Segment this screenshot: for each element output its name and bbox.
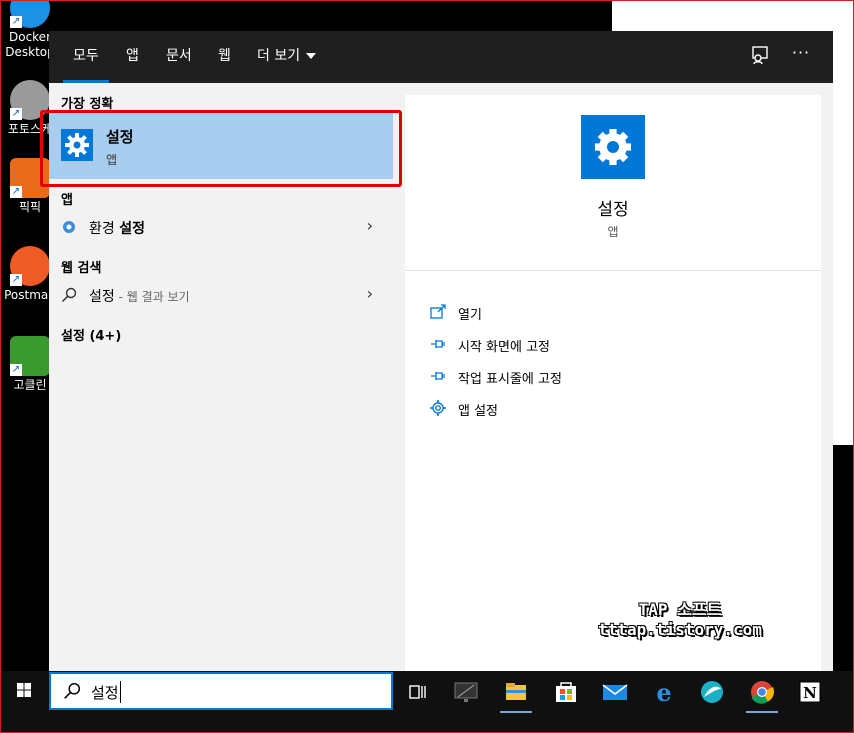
- control-panel-icon: [61, 219, 77, 235]
- action-pin-taskbar[interactable]: 작업 표시줄에 고정: [429, 363, 799, 391]
- preview-pane: 설정 앱 열기 시작 화면에 고정 작업 표시줄에 고정 앱 설정: [405, 83, 833, 671]
- tab-more[interactable]: 더 보기: [257, 31, 317, 83]
- docker-icon: ↗: [10, 0, 50, 28]
- taskbar: 설정 e N: [0, 671, 854, 733]
- preview-title: 설정: [597, 200, 629, 220]
- watermark: TAP 소프트 tttap.tistory.com: [580, 596, 780, 639]
- task-view-icon[interactable]: [398, 675, 438, 709]
- feedback-icon[interactable]: [749, 45, 771, 67]
- action-label: 앱 설정: [458, 404, 499, 419]
- web-result-suffix: - 웹 결과 보기: [114, 290, 190, 304]
- edge-icon[interactable]: e: [644, 675, 684, 709]
- section-web-search: 웹 검색: [61, 261, 102, 276]
- svg-text:e: e: [656, 678, 671, 707]
- tab-web[interactable]: 웹: [218, 31, 231, 83]
- monitor-icon[interactable]: [446, 675, 486, 709]
- search-icon: [63, 682, 81, 700]
- search-icon: [61, 287, 77, 303]
- watermark-url: tttap.tistory.com: [598, 620, 762, 639]
- section-apps: 앱: [61, 193, 73, 208]
- notion-icon[interactable]: N: [790, 675, 830, 709]
- search-tabs-bar: 모두 앱 문서 웹 더 보기 ···: [49, 31, 833, 83]
- app-icon[interactable]: [692, 675, 732, 709]
- preview-type: 앱: [607, 225, 619, 239]
- more-icon[interactable]: ···: [790, 43, 812, 65]
- gear-icon: [429, 399, 447, 417]
- action-pin-start[interactable]: 시작 화면에 고정: [429, 331, 799, 359]
- postman-icon: ↗: [10, 246, 50, 286]
- annotation-highlight-box: [40, 110, 402, 187]
- result-label-match: 설정: [119, 221, 145, 237]
- text-cursor: [120, 681, 121, 703]
- action-app-settings[interactable]: 앱 설정: [429, 395, 799, 423]
- web-result[interactable]: 설정 - 웹 결과 보기 ›: [49, 279, 393, 311]
- action-open[interactable]: 열기: [429, 299, 799, 327]
- preview-card: 설정 앱 열기 시작 화면에 고정 작업 표시줄에 고정 앱 설정: [405, 95, 821, 671]
- tab-documents[interactable]: 문서: [166, 31, 192, 83]
- web-result-label: 설정: [89, 289, 115, 305]
- section-settings[interactable]: 설정 (4+): [61, 325, 121, 344]
- mail-icon[interactable]: [595, 675, 635, 709]
- file-explorer-icon[interactable]: [496, 675, 536, 713]
- divider: [405, 270, 821, 271]
- gear-icon: [581, 115, 645, 179]
- action-label: 시작 화면에 고정: [458, 340, 550, 355]
- chrome-icon[interactable]: [742, 675, 782, 713]
- pin-icon: [429, 367, 447, 385]
- pin-icon: [429, 335, 447, 353]
- search-input[interactable]: 설정: [91, 682, 119, 703]
- watermark-title: TAP 소프트: [638, 600, 722, 619]
- svg-text:N: N: [803, 684, 817, 702]
- chevron-down-icon: [306, 53, 317, 59]
- result-label: 환경: [89, 221, 120, 237]
- tab-apps[interactable]: 앱: [126, 31, 139, 83]
- taskbar-search-box[interactable]: 설정: [49, 672, 393, 710]
- chevron-right-icon[interactable]: ›: [367, 216, 373, 235]
- store-icon[interactable]: [546, 675, 586, 709]
- app-result-control-panel[interactable]: 환경 설정 ›: [49, 211, 393, 243]
- action-label: 작업 표시줄에 고정: [458, 372, 562, 387]
- chevron-right-icon[interactable]: ›: [367, 284, 373, 303]
- goclean-icon: ↗: [10, 336, 50, 376]
- action-label: 열기: [458, 308, 482, 323]
- open-icon: [429, 303, 447, 321]
- tab-all[interactable]: 모두: [63, 31, 109, 83]
- start-button[interactable]: [0, 671, 48, 711]
